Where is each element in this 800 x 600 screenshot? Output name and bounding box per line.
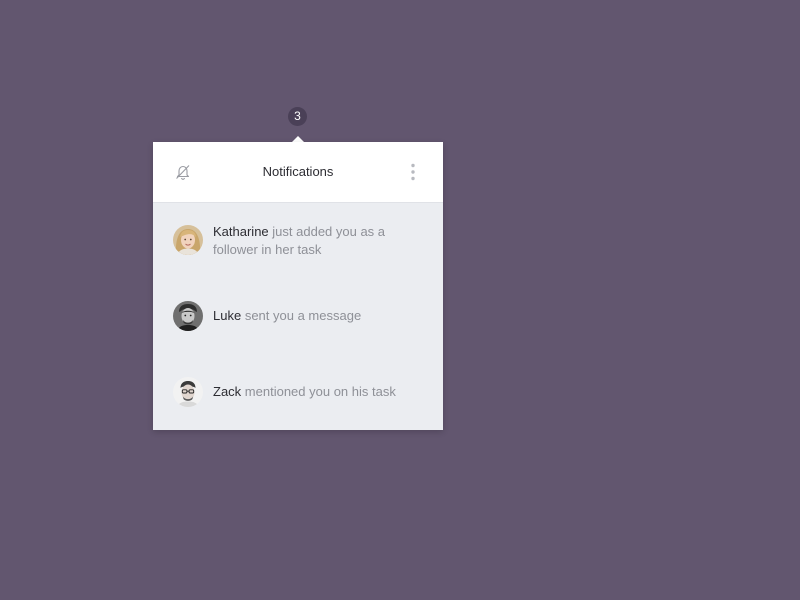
notification-text: Zack mentioned you on his task [213, 383, 427, 401]
popover-title: Notifications [262, 164, 334, 179]
notification-item-katharine[interactable]: Katharine just added you as a follower i… [173, 223, 427, 265]
notification-text: Katharine just added you as a follower i… [213, 223, 427, 259]
notification-count-badge[interactable]: 3 [288, 107, 307, 126]
desktop-background: 3 Notifications Katharine just added you… [0, 0, 800, 600]
notification-sender-name: Zack [213, 384, 242, 399]
vertical-ellipsis-icon [411, 163, 415, 181]
avatar-katharine [173, 225, 203, 255]
notification-message: mentioned you on his task [244, 384, 396, 399]
notification-sender-name: Luke [213, 308, 242, 323]
popover-header: Notifications [153, 142, 443, 203]
notifications-popover: Notifications Katharine just added you a… [153, 142, 443, 430]
notification-item-zack[interactable]: Zack mentioned you on his task [173, 377, 427, 409]
notification-sender-name: Katharine [213, 224, 269, 239]
notification-message: sent you a message [244, 308, 362, 323]
avatar-luke [173, 301, 203, 331]
notification-item-luke[interactable]: Luke sent you a message [173, 301, 427, 333]
notification-text: Luke sent you a message [213, 307, 427, 325]
more-options-button[interactable] [405, 162, 421, 182]
avatar-zack [173, 377, 203, 407]
